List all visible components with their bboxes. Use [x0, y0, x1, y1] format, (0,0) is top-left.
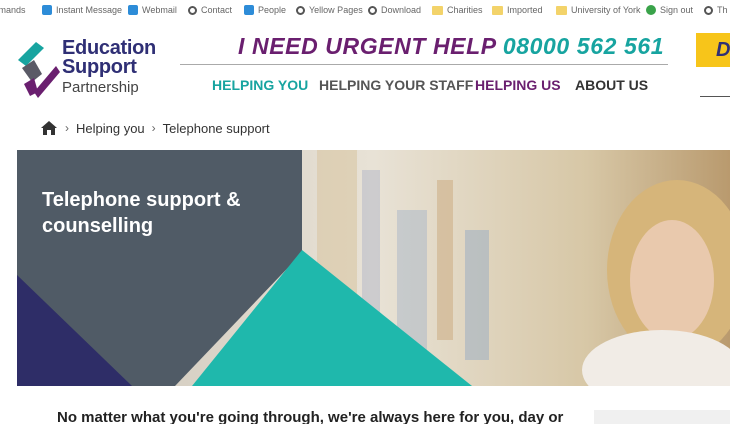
globe-icon — [704, 5, 713, 15]
logo-mark-icon — [18, 42, 60, 98]
bookmark-label: People — [258, 5, 287, 15]
globe-icon — [368, 5, 377, 15]
cta-label: D — [716, 39, 730, 61]
bookmark-webmail[interactable]: Webmail — [128, 5, 177, 15]
hero-image — [17, 150, 730, 386]
breadcrumb-separator: › — [65, 121, 69, 135]
bookmark-label: Contact — [201, 5, 233, 15]
folder-icon — [556, 5, 567, 15]
bookmark-sign-out[interactable]: Sign out — [646, 5, 693, 15]
breadcrumb-helping-you[interactable]: Helping you — [76, 121, 145, 136]
folder-icon — [432, 5, 443, 15]
urgent-help-banner[interactable]: I NEED URGENT HELP 08000 562 561 — [238, 33, 664, 60]
logo-line-support: Support — [62, 56, 137, 78]
bookmark-label: Yellow Pages — [309, 5, 363, 15]
logo-line-education: Education — [62, 37, 156, 59]
hero-banner: Telephone support & counselling — [17, 150, 730, 386]
header-divider-right — [700, 96, 730, 97]
logo-text: Education Support Partnership — [62, 38, 156, 95]
nav-about-us[interactable]: ABOUT US — [575, 77, 648, 93]
folder-icon — [492, 5, 503, 15]
urgent-help-phone[interactable]: 08000 562 561 — [503, 33, 664, 59]
globe-icon — [296, 5, 305, 15]
bookmark-label: Sign out — [660, 5, 694, 15]
intro-text: No matter what you're going through, we'… — [57, 409, 564, 424]
bookmark-people[interactable]: People — [244, 5, 286, 15]
hero-title: Telephone support & counselling — [42, 189, 241, 237]
breadcrumb-telephone-support: Telephone support — [162, 120, 270, 136]
bookmark-imands[interactable]: Imands — [0, 5, 26, 15]
bookmark-th[interactable]: Th — [704, 5, 728, 15]
site-logo[interactable]: Education Support Partnership — [18, 38, 168, 100]
bookmark-imported[interactable]: Imported — [492, 5, 543, 15]
bookmark-charities[interactable]: Charities — [432, 5, 483, 15]
bookmark-contact[interactable]: Contact — [188, 5, 232, 15]
mail-icon — [128, 5, 138, 15]
google-icon — [646, 5, 656, 15]
bookmark-label: Imported — [507, 5, 543, 15]
globe-icon — [188, 5, 197, 15]
bookmark-label: Webmail — [142, 5, 177, 15]
bookmark-label: University of York — [571, 5, 641, 15]
urgent-help-label: I NEED URGENT HELP — [238, 33, 496, 59]
nav-helping-us[interactable]: HELPING US — [475, 77, 561, 93]
bookmark-label: Th — [717, 5, 728, 15]
bookmark-university-of-york[interactable]: University of York — [556, 5, 641, 15]
nav-helping-your-staff[interactable]: HELPING YOUR STAFF — [319, 77, 473, 93]
nav-helping-you[interactable]: HELPING YOU — [212, 77, 308, 93]
cta-button[interactable]: D — [696, 33, 730, 67]
bookmarks-bar: Imands Instant Message Webmail Contact P… — [0, 0, 730, 22]
people-icon — [244, 5, 254, 15]
logo-line-partnership: Partnership — [62, 79, 139, 96]
breadcrumb: › Helping you › Telephone support — [40, 120, 270, 136]
bookmark-download[interactable]: Download — [368, 5, 421, 15]
bookmark-label: Charities — [447, 5, 483, 15]
bookmark-yellow-pages[interactable]: Yellow Pages — [296, 5, 363, 15]
home-icon[interactable] — [40, 120, 58, 136]
bookmark-label: Imands — [0, 5, 26, 15]
chat-icon — [42, 5, 52, 15]
breadcrumb-separator: › — [151, 121, 156, 135]
bookmark-label: Download — [381, 5, 422, 15]
header-divider — [180, 64, 668, 65]
bookmark-instant-message[interactable]: Instant Message — [42, 5, 122, 15]
sidebar-box — [594, 410, 730, 424]
bookmark-label: Instant Message — [56, 5, 123, 15]
